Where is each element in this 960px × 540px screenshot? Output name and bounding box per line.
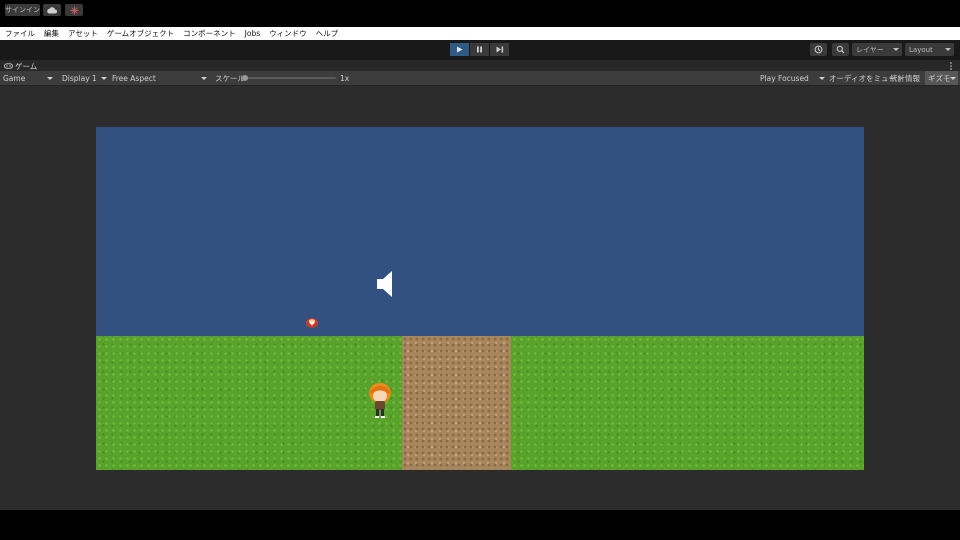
scale-value: 1x	[340, 73, 350, 83]
menu-gameobject[interactable]: ゲームオブジェクト	[102, 28, 178, 39]
pause-icon	[477, 46, 482, 53]
chevron-down-icon	[201, 77, 207, 80]
game-mode-label: Game	[3, 73, 26, 83]
chevron-down-icon	[819, 77, 825, 80]
gizmos-dropdown[interactable]: ギズモ	[925, 71, 958, 85]
tab-game[interactable]: ゲーム	[4, 61, 37, 71]
aspect-label: Free Aspect	[112, 73, 156, 83]
sparkle-icon	[70, 6, 78, 14]
layers-dropdown[interactable]: レイヤー	[852, 43, 902, 56]
play-controls	[450, 43, 509, 56]
search-button[interactable]	[832, 43, 849, 56]
display-dropdown[interactable]: Display 1	[62, 71, 108, 85]
signin-button[interactable]: サインイン	[5, 4, 40, 16]
play-focused-label: Play Focused	[760, 73, 809, 83]
layout-label: Layout	[909, 45, 933, 54]
item-sprite	[306, 318, 318, 328]
step-button[interactable]	[490, 43, 509, 56]
menu-component[interactable]: コンポーネント	[178, 28, 240, 39]
grass-tiles-right	[511, 336, 864, 470]
scale-label: スケール	[215, 73, 245, 83]
cloud-button[interactable]	[43, 4, 61, 16]
play-button[interactable]	[450, 43, 469, 56]
layers-label: レイヤー	[856, 45, 884, 54]
display-label: Display 1	[62, 73, 97, 83]
menu-file[interactable]: ファイル	[0, 28, 39, 39]
speaker-icon	[377, 271, 392, 297]
scale-slider-thumb[interactable]	[242, 75, 248, 81]
chevron-down-icon	[945, 48, 951, 51]
play-icon	[457, 46, 463, 53]
step-icon	[496, 46, 503, 53]
game-render	[96, 127, 864, 470]
gizmos-label: ギズモ	[928, 73, 951, 83]
chevron-down-icon	[893, 48, 899, 51]
scale-slider-track[interactable]	[244, 77, 336, 79]
bottom-letterbox	[0, 510, 960, 540]
grass-tiles-left	[96, 336, 402, 470]
stats-toggle[interactable]: 統計情報	[890, 71, 920, 85]
more-options-icon[interactable]	[949, 61, 953, 71]
dirt-path	[402, 336, 511, 470]
chevron-down-icon	[47, 77, 53, 80]
history-button[interactable]	[810, 43, 827, 56]
player-character-sprite	[369, 383, 391, 418]
tab-bar	[0, 60, 960, 71]
collab-button[interactable]	[65, 4, 83, 16]
menu-jobs[interactable]: Jobs	[240, 29, 264, 38]
cloud-icon	[47, 6, 57, 14]
layout-dropdown[interactable]: Layout	[905, 43, 954, 56]
play-focused-dropdown[interactable]: Play Focused	[760, 71, 826, 85]
history-icon	[814, 45, 823, 54]
chevron-down-icon	[950, 77, 956, 80]
top-letterbox	[0, 0, 960, 27]
aspect-dropdown[interactable]: Free Aspect	[112, 71, 209, 85]
tab-game-label: ゲーム	[15, 61, 38, 71]
gamepad-icon	[4, 63, 13, 69]
menu-window[interactable]: ウィンドウ	[264, 28, 311, 39]
menu-assets[interactable]: アセット	[63, 28, 102, 39]
pause-button[interactable]	[470, 43, 489, 56]
menu-edit[interactable]: 編集	[39, 28, 63, 39]
menu-bar: ファイル 編集 アセット ゲームオブジェクト コンポーネント Jobs ウィンド…	[0, 27, 960, 40]
game-mode-dropdown[interactable]: Game	[3, 71, 55, 85]
chevron-down-icon	[101, 77, 107, 80]
search-icon	[836, 45, 845, 54]
menu-help[interactable]: ヘルプ	[311, 28, 343, 39]
